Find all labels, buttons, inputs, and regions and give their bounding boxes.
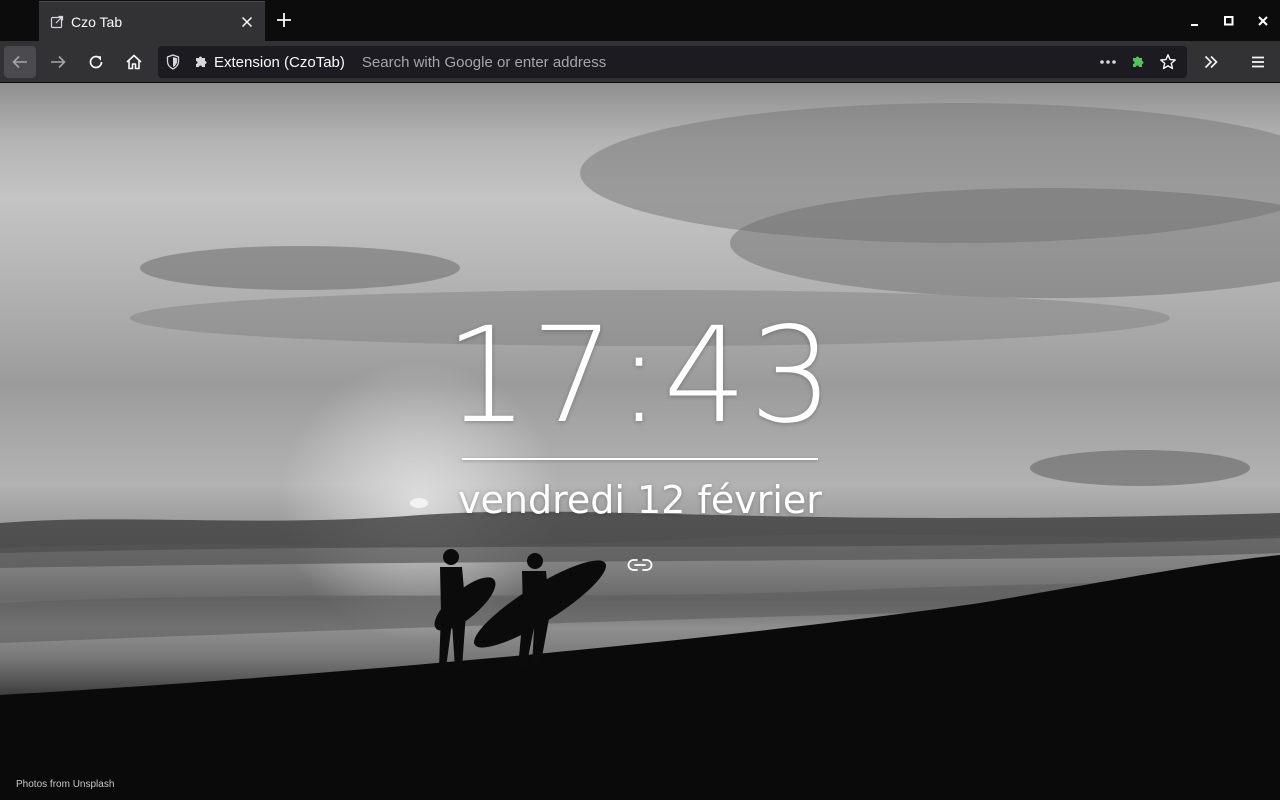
arrow-left-icon: [12, 55, 27, 69]
identity-label: Extension (CzoTab): [214, 53, 345, 71]
hamburger-menu-icon: [1252, 56, 1264, 68]
identity-box[interactable]: Extension (CzoTab): [193, 46, 345, 78]
tracking-protection-shield-icon[interactable]: [165, 54, 181, 70]
tab-close-button[interactable]: [235, 10, 259, 34]
browser-window: Czo Tab Extension (CzoTab) Search with G…: [0, 0, 1280, 800]
chevron-double-right-icon: [1204, 55, 1218, 69]
maximize-button[interactable]: [1212, 0, 1246, 41]
tab-strip: Czo Tab: [0, 0, 1280, 41]
close-window-button[interactable]: [1246, 0, 1280, 41]
forward-button[interactable]: [42, 46, 74, 78]
plus-icon: [277, 13, 291, 27]
close-icon: [1258, 15, 1268, 26]
external-link-icon: [49, 14, 65, 30]
close-icon: [241, 16, 253, 27]
overflow-menu-button[interactable]: [1195, 46, 1227, 78]
app-menu-button[interactable]: [1242, 46, 1274, 78]
more-dots-icon: [1100, 60, 1116, 64]
star-icon: [1160, 54, 1176, 70]
tab-title: Czo Tab: [71, 13, 123, 30]
minimize-button[interactable]: [1178, 0, 1212, 41]
photo-credit[interactable]: Photos from Unsplash: [16, 779, 114, 790]
address-input[interactable]: [361, 46, 1093, 78]
photo-link-button[interactable]: [626, 553, 654, 577]
clock-time: 17:43: [444, 299, 836, 453]
link-icon: [627, 559, 653, 571]
date-label: vendredi 12 février: [458, 478, 822, 522]
home-icon: [126, 54, 142, 70]
puzzle-piece-icon: [1133, 56, 1144, 67]
navigation-toolbar: Extension (CzoTab): [0, 41, 1280, 83]
tab-czo-tab[interactable]: Czo Tab: [39, 1, 265, 41]
url-actions: [1093, 48, 1183, 76]
new-tab-button[interactable]: [272, 8, 296, 32]
extension-button[interactable]: [1123, 48, 1153, 76]
home-button[interactable]: [118, 46, 150, 78]
clock-divider: [462, 458, 818, 460]
window-controls: [1178, 0, 1280, 41]
back-button[interactable]: [4, 46, 36, 78]
puzzle-piece-icon: [196, 56, 207, 67]
minimize-icon: [1191, 23, 1198, 26]
reload-button[interactable]: [80, 46, 112, 78]
arrow-right-icon: [51, 55, 66, 69]
bookmark-star-button[interactable]: [1153, 48, 1183, 76]
maximize-icon: [1224, 15, 1234, 25]
reload-icon: [89, 55, 103, 69]
page-actions-button[interactable]: [1093, 48, 1123, 76]
new-tab-page: 17:43 vendredi 12 février Photos from Un…: [0, 83, 1280, 800]
url-bar[interactable]: Extension (CzoTab): [158, 46, 1187, 78]
